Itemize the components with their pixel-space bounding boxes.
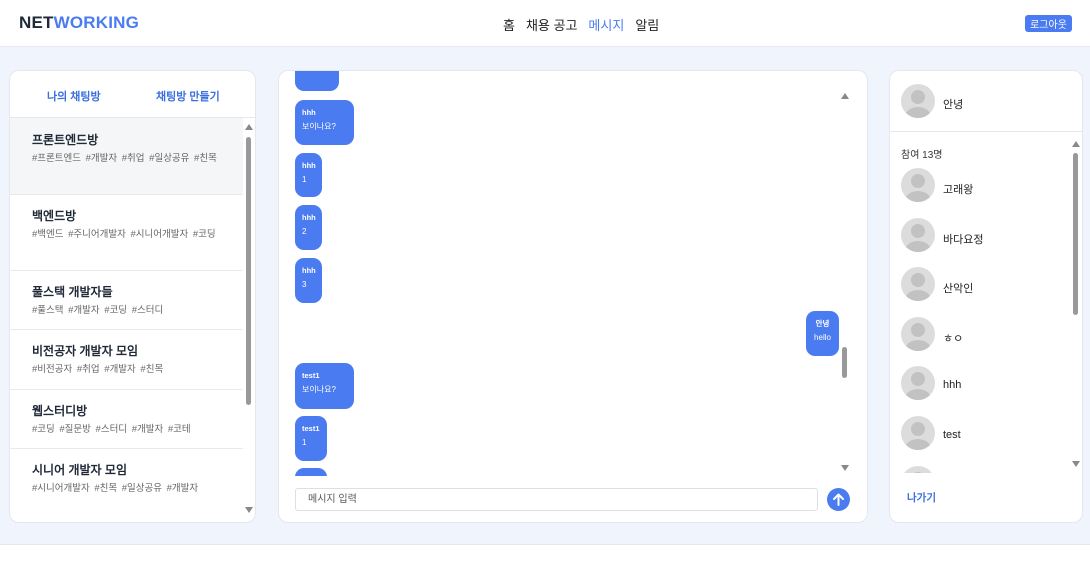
room-item[interactable]: 백엔드방 #백엔드 #주니어개발자 #시니어개발자 #코딩 — [10, 195, 243, 271]
message-bubble-partial — [295, 71, 339, 91]
user-icon — [905, 273, 931, 301]
scroll-down-arrow-icon[interactable] — [841, 465, 849, 471]
message-sender: 안녕 — [815, 319, 830, 328]
nav-notifications[interactable]: 알림 — [635, 15, 659, 34]
current-user-name: 안녕 — [943, 99, 964, 111]
message-text: 3 — [302, 280, 307, 289]
room-tags: #프론트엔드 #개발자 #취업 #일상공유 #친목 — [32, 153, 217, 164]
user-icon — [905, 422, 931, 450]
message-text: 보이나요? — [302, 122, 336, 131]
room-tags: #풀스택 #개발자 #코딩 #스터디 — [32, 305, 164, 316]
participant-name: ㅎㅇ — [943, 333, 964, 345]
user-icon — [905, 90, 931, 118]
nav-home[interactable]: 홈 — [503, 15, 515, 34]
user-icon — [905, 174, 931, 202]
message-sender: hhh — [302, 213, 316, 222]
scroll-up-arrow-icon[interactable] — [245, 124, 253, 130]
scroll-down-arrow-icon[interactable] — [245, 507, 253, 513]
room-tags: #백엔드 #주니어개발자 #시니어개발자 #코딩 — [32, 229, 216, 240]
logo-part-net: NET — [19, 13, 54, 32]
avatar — [901, 84, 935, 118]
scroll-down-arrow-icon[interactable] — [1072, 461, 1080, 467]
message-bubble: hhh 보이나요? — [295, 100, 354, 145]
message-text: hello — [814, 333, 831, 342]
main-nav: 홈 채용 공고 메시지 알림 — [503, 15, 659, 34]
user-icon — [905, 224, 931, 252]
message-input[interactable]: 메시지 입력 — [295, 488, 818, 511]
message-sender: hhh — [302, 161, 316, 170]
avatar — [901, 366, 935, 400]
message-text: 2 — [302, 227, 307, 236]
user-icon — [905, 323, 931, 351]
room-name: 웹스터디방 — [32, 404, 88, 418]
participant-list: 고래왕 바다요정 산악인 ㅎㅇ hhh test — [890, 133, 1070, 473]
chat-message-panel: hhh 보이나요? hhh 1 hhh 2 hhh 3 안녕 hello tes… — [278, 70, 868, 523]
top-header: NETWORKING 홈 채용 공고 메시지 알림 로그아웃 — [0, 0, 1090, 47]
participant-panel: 안녕 참여 13명 고래왕 바다요정 산악인 ㅎㅇ hhh test 나가기 — [889, 70, 1083, 523]
avatar — [901, 168, 935, 202]
avatar — [901, 317, 935, 351]
tab-my-rooms[interactable]: 나의 채팅방 — [47, 88, 101, 104]
avatar-partial — [901, 466, 935, 473]
participant-name: 바다요정 — [943, 234, 984, 246]
room-tags: #비전공자 #취업 #개발자 #친목 — [32, 364, 164, 375]
chat-room-panel: 나의 채팅방 채팅방 만들기 프론트엔드방 #프론트엔드 #개발자 #취업 #일… — [9, 70, 256, 523]
arrow-up-icon — [833, 493, 844, 506]
participant-name: test — [943, 429, 961, 441]
message-bubble: hhh 1 — [295, 153, 322, 197]
scroll-up-arrow-icon[interactable] — [841, 93, 849, 99]
user-icon — [905, 372, 931, 400]
scroll-thumb[interactable] — [246, 137, 251, 405]
user-icon — [914, 472, 922, 473]
message-text: 1 — [302, 175, 307, 184]
room-item[interactable]: 시니어 개발자 모임 #시니어개발자 #친목 #일상공유 #개발자 — [10, 449, 243, 522]
message-sender: test1 — [302, 424, 320, 433]
message-bubble-partial — [295, 468, 327, 476]
room-name: 비전공자 개발자 모임 — [32, 344, 139, 358]
participant-name: hhh — [943, 379, 962, 391]
page-footer — [0, 544, 1090, 581]
room-name: 백엔드방 — [32, 209, 77, 223]
nav-messages[interactable]: 메시지 — [588, 15, 624, 34]
message-sender: hhh — [302, 108, 316, 117]
avatar — [901, 416, 935, 450]
message-sender: test1 — [302, 371, 320, 380]
tab-create-room[interactable]: 채팅방 만들기 — [156, 88, 220, 104]
current-user-row: 안녕 — [890, 71, 1082, 132]
room-name: 시니어 개발자 모임 — [32, 463, 127, 477]
message-bubble: hhh 2 — [295, 205, 322, 250]
message-bubble-own: 안녕 hello — [806, 311, 839, 356]
room-list: 프론트엔드방 #프론트엔드 #개발자 #취업 #일상공유 #친목 백엔드방 #백… — [10, 118, 243, 522]
room-tags: #코딩 #질문방 #스터디 #개발자 #코테 — [32, 424, 191, 435]
send-button[interactable] — [827, 488, 850, 511]
scroll-up-arrow-icon[interactable] — [1072, 141, 1080, 147]
participant-name: 고래왕 — [943, 184, 974, 196]
avatar — [901, 218, 935, 252]
message-bubble: test1 1 — [295, 416, 327, 461]
room-tabs: 나의 채팅방 채팅방 만들기 — [10, 71, 255, 118]
message-list: hhh 보이나요? hhh 1 hhh 2 hhh 3 안녕 hello tes… — [279, 71, 867, 476]
avatar — [901, 267, 935, 301]
app-logo[interactable]: NETWORKING — [19, 13, 139, 33]
message-bubble: hhh 3 — [295, 258, 322, 303]
room-item[interactable]: 프론트엔드방 #프론트엔드 #개발자 #취업 #일상공유 #친목 — [10, 118, 243, 195]
leave-room-button[interactable]: 나가기 — [907, 490, 936, 505]
nav-jobs[interactable]: 채용 공고 — [526, 15, 577, 34]
room-item[interactable]: 비전공자 개발자 모임 #비전공자 #취업 #개발자 #친목 — [10, 330, 243, 390]
message-text: 보이나요? — [302, 385, 336, 394]
message-bubble: test1 보이나요? — [295, 363, 354, 409]
room-item[interactable]: 풀스택 개발자들 #풀스택 #개발자 #코딩 #스터디 — [10, 271, 243, 330]
room-name: 풀스택 개발자들 — [32, 285, 113, 299]
logout-button[interactable]: 로그아웃 — [1025, 15, 1072, 32]
logo-part-working: WORKING — [53, 13, 140, 32]
message-text: 1 — [302, 438, 307, 447]
room-item[interactable]: 웹스터디방 #코딩 #질문방 #스터디 #개발자 #코테 — [10, 390, 243, 449]
participant-name: 산악인 — [943, 283, 974, 295]
scroll-thumb[interactable] — [842, 347, 847, 378]
room-name: 프론트엔드방 — [32, 133, 99, 147]
scroll-thumb[interactable] — [1073, 153, 1078, 315]
room-tags: #시니어개발자 #친목 #일상공유 #개발자 — [32, 483, 199, 494]
message-sender: hhh — [302, 266, 316, 275]
